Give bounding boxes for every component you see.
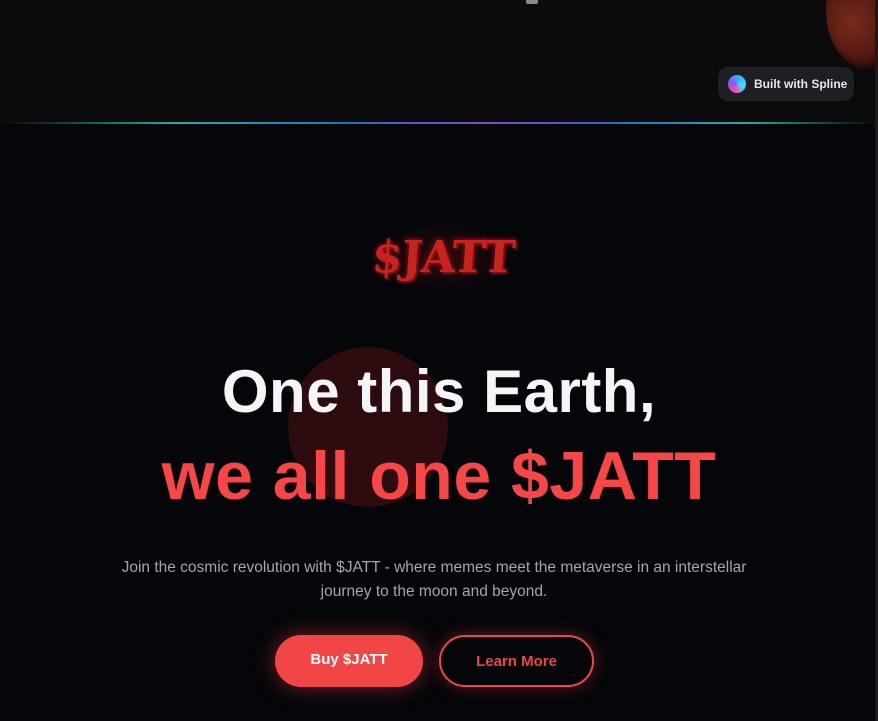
spline-scene[interactable]: Built with Spline	[0, 0, 878, 122]
planet-graphic	[826, 0, 878, 70]
logo-text: $JATT	[370, 231, 516, 283]
jatt-logo: $JATT	[370, 222, 516, 292]
learn-more-button[interactable]: Learn More	[439, 635, 594, 687]
built-with-spline-badge[interactable]: Built with Spline	[718, 67, 854, 101]
headline-line-1: One this Earth,	[221, 358, 657, 425]
gradient-divider	[0, 122, 878, 124]
scene-text-fragment	[526, 0, 538, 4]
buy-jatt-button[interactable]: Buy $JATT	[275, 635, 423, 687]
spline-badge-label: Built with Spline	[754, 77, 848, 91]
headline-line-2: we all one $JATT	[161, 438, 717, 514]
spline-logo-icon	[728, 75, 746, 93]
hero-subtitle: Join the cosmic revolution with $JATT - …	[121, 558, 747, 600]
